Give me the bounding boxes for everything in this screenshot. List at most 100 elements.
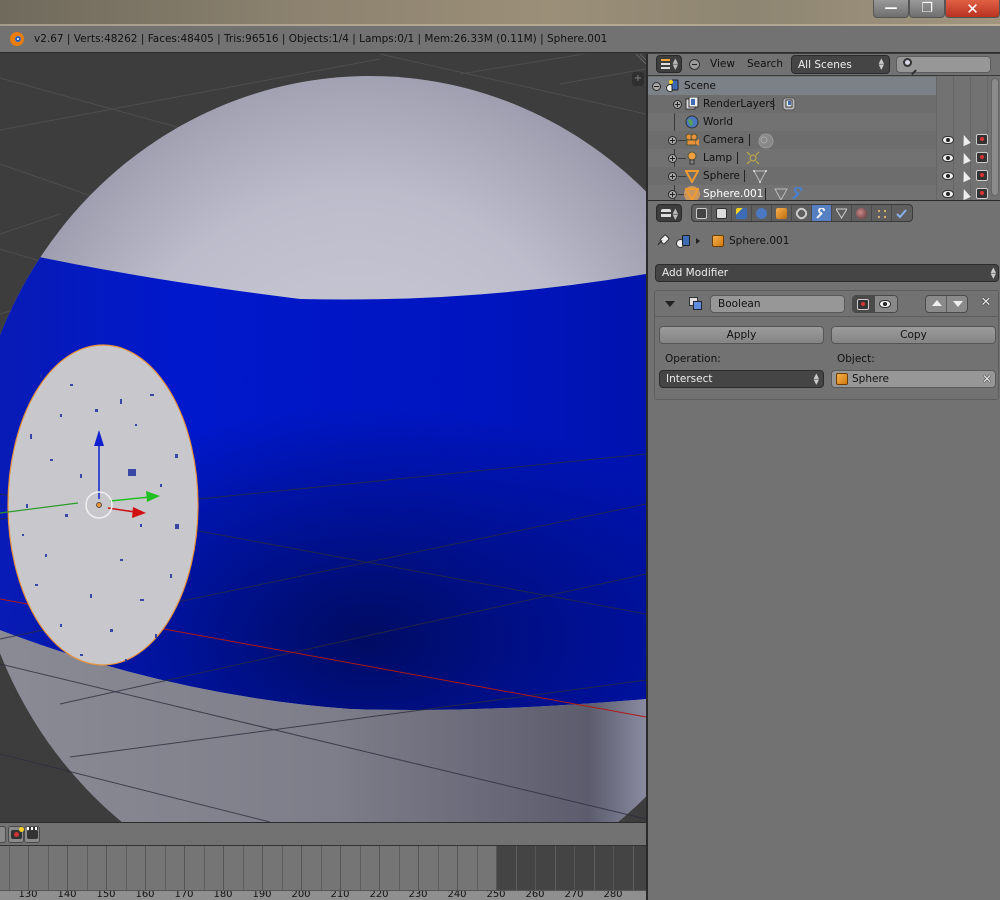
editor-type-button[interactable]: ▲ ▼ xyxy=(656,204,682,222)
timeline-menu-button[interactable] xyxy=(0,826,6,843)
timeline-gridline xyxy=(242,846,244,890)
playback-button[interactable] xyxy=(24,826,40,843)
pin-icon[interactable] xyxy=(656,235,668,247)
timeline-gridline xyxy=(262,846,263,890)
renderlayer-icon[interactable] xyxy=(782,97,796,111)
camera-data-icon[interactable] xyxy=(758,133,774,149)
mesh-icon xyxy=(684,169,700,185)
apply-button[interactable]: Apply xyxy=(659,326,824,344)
move-up-button[interactable] xyxy=(926,296,947,312)
expand-icon[interactable] xyxy=(673,100,682,109)
physics-tab[interactable] xyxy=(892,205,912,221)
outliner-row-sphere-001[interactable]: Sphere.001 xyxy=(648,185,988,200)
region-resize-handle[interactable] xyxy=(635,54,646,65)
expand-icon[interactable] xyxy=(668,172,677,181)
view-menu[interactable]: View xyxy=(710,58,735,70)
timeline-out-of-range xyxy=(496,846,646,890)
outliner-row-lamp[interactable]: Lamp xyxy=(648,149,988,167)
timeline-gridline xyxy=(164,846,166,890)
outliner-row-sphere[interactable]: Sphere xyxy=(648,167,988,185)
remove-modifier-button[interactable]: ✕ xyxy=(979,296,993,310)
timeline-gridline xyxy=(476,846,478,890)
search-icon xyxy=(903,58,912,67)
mesh-data-icon[interactable] xyxy=(774,187,788,200)
renderability-camera-icon[interactable] xyxy=(976,152,988,163)
scene-tab[interactable] xyxy=(732,205,752,221)
editor-type-button[interactable]: ▲ ▼ xyxy=(656,55,682,73)
move-down-button[interactable] xyxy=(947,296,967,312)
outliner-row-world[interactable]: World xyxy=(648,113,936,131)
outliner-row-renderlayers[interactable]: RenderLayers xyxy=(648,95,936,113)
context-object-name: Sphere.001 xyxy=(729,235,790,247)
outliner[interactable]: Scene RenderLayers World Camera Lamp Sph… xyxy=(648,76,1000,200)
collapse-menus-icon[interactable] xyxy=(689,59,700,70)
collapse-triangle-icon[interactable] xyxy=(665,301,675,307)
expand-icon[interactable] xyxy=(668,136,677,145)
data-tab[interactable] xyxy=(832,205,852,221)
timeline-gridline xyxy=(398,846,400,890)
minimize-icon: — xyxy=(884,1,898,16)
visibility-eye-icon[interactable] xyxy=(942,136,954,144)
show-render-toggle[interactable] xyxy=(853,296,875,312)
mesh-data-icon[interactable] xyxy=(753,169,767,184)
row-label: Sphere.001 xyxy=(703,188,764,200)
outliner-scrollbar[interactable] xyxy=(991,78,999,196)
updown-icon: ▲ ▼ xyxy=(990,266,996,280)
timeline-area[interactable] xyxy=(0,846,646,890)
close-window-button[interactable]: ✕ xyxy=(945,0,1000,18)
operation-select[interactable]: Intersect ▲ ▼ xyxy=(659,370,824,388)
display-mode-select[interactable]: All Scenes ▲ ▼ xyxy=(791,55,890,74)
modifier-move-buttons xyxy=(925,295,968,313)
updown-icon: ▲ ▼ xyxy=(878,57,884,71)
modifier-name-input[interactable]: Boolean xyxy=(710,295,845,313)
show-viewport-toggle[interactable] xyxy=(875,296,897,312)
visibility-eye-icon[interactable] xyxy=(942,190,954,198)
collapse-icon[interactable] xyxy=(652,82,661,91)
wrench-icon[interactable] xyxy=(791,186,805,200)
toolshelf-toggle-icon[interactable]: + xyxy=(632,72,644,86)
outliner-row-camera[interactable]: Camera xyxy=(648,131,988,149)
renderability-camera-icon[interactable] xyxy=(976,134,988,145)
add-modifier-dropdown[interactable]: Add Modifier ▲ ▼ xyxy=(655,264,999,282)
scene-icon xyxy=(736,208,747,219)
object-cube-icon xyxy=(712,235,724,247)
visibility-eye-icon[interactable] xyxy=(942,172,954,180)
expand-icon[interactable] xyxy=(668,154,677,163)
frame-label: 250 xyxy=(486,890,506,900)
timeline-gridline xyxy=(125,846,127,890)
render-tab[interactable] xyxy=(692,205,712,221)
timeline-gridline xyxy=(496,846,497,890)
frame-label: 160 xyxy=(135,890,155,900)
minimize-button[interactable]: — xyxy=(873,0,909,18)
keying-button[interactable] xyxy=(8,826,24,843)
timeline-gridline xyxy=(515,846,517,890)
visibility-eye-icon[interactable] xyxy=(942,154,954,162)
frame-label: 260 xyxy=(525,890,545,900)
outliner-row-scene[interactable]: Scene xyxy=(648,77,936,95)
renderability-camera-icon[interactable] xyxy=(976,170,988,181)
3d-viewport[interactable]: + xyxy=(0,54,646,822)
maximize-button[interactable]: ❐ xyxy=(909,0,945,18)
object-origin xyxy=(96,502,102,508)
search-menu[interactable]: Search xyxy=(747,58,783,70)
world-tab[interactable] xyxy=(752,205,772,221)
outliner-search-input[interactable] xyxy=(896,56,991,73)
blender-logo-icon[interactable] xyxy=(10,32,24,46)
clear-field-icon[interactable]: ✕ xyxy=(982,372,992,386)
timeline-gridline xyxy=(281,846,283,890)
constraints-tab[interactable] xyxy=(792,205,812,221)
timeline-ruler[interactable]: 130 140 150 160 170 180 190 200 210 220 … xyxy=(0,890,646,900)
material-tab[interactable] xyxy=(852,205,872,221)
object-tab[interactable] xyxy=(772,205,792,221)
renderlayers-tab[interactable] xyxy=(712,205,732,221)
renderability-camera-icon[interactable] xyxy=(976,188,988,199)
expand-icon[interactable] xyxy=(668,190,677,199)
object-field[interactable]: Sphere ✕ xyxy=(831,370,996,388)
row-label: Lamp xyxy=(703,152,733,164)
lamp-data-icon[interactable] xyxy=(746,151,760,165)
timeline-gridline xyxy=(574,846,575,890)
copy-button[interactable]: Copy xyxy=(831,326,996,344)
timeline-gridline xyxy=(554,846,556,890)
modifiers-tab[interactable] xyxy=(812,205,832,221)
texture-tab[interactable] xyxy=(872,205,892,221)
